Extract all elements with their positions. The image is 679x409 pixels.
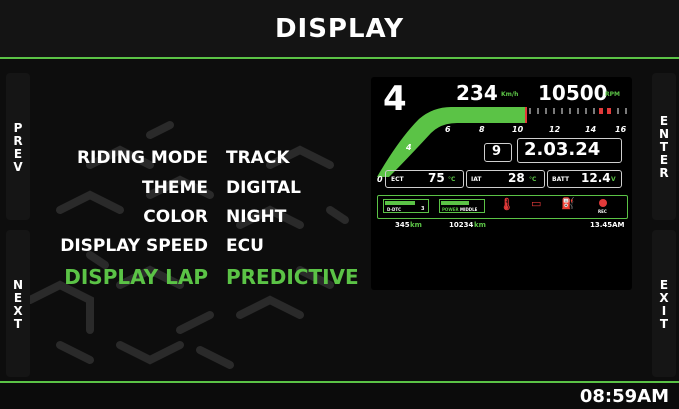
menu-value-riding-mode: TRACK	[226, 148, 290, 168]
rpm-tick-10: 10	[512, 125, 524, 134]
rpm-tick-16: 16	[615, 125, 627, 134]
enter-button[interactable]: ENTER	[652, 73, 676, 220]
next-label: NEXT	[11, 277, 25, 330]
menu-label: THEME	[142, 178, 208, 198]
trip-unit: km	[410, 221, 422, 229]
power-value: MIDDLE	[460, 207, 478, 212]
clock: 08:59AM	[579, 386, 669, 407]
menu-label: DISPLAY LAP	[64, 265, 208, 289]
speed-unit: Km/h	[501, 91, 519, 98]
batt-value: 12.4	[581, 171, 611, 185]
menu-value-display-lap: PREDICTIVE	[226, 265, 359, 289]
menu-value: DIGITAL	[226, 178, 301, 198]
rpm-tick-0: 0	[377, 175, 383, 184]
enter-label: ENTER	[657, 114, 671, 179]
menu-value: ECU	[226, 236, 264, 256]
iat-unit: °C	[529, 176, 537, 183]
next-button[interactable]: NEXT	[6, 230, 30, 377]
ect-unit: °C	[448, 176, 456, 183]
preview-time: 13.45AM	[590, 221, 625, 229]
rec-dot-icon	[599, 199, 607, 207]
menu-value: TRACK	[226, 148, 290, 168]
header-bar: DISPLAY	[0, 0, 679, 57]
speed-value: 234	[456, 81, 498, 105]
menu-value: PREDICTIVE	[226, 265, 359, 289]
rpm-tick-6: 6	[445, 125, 451, 134]
rec-label: REC	[598, 209, 607, 214]
batt-unit: V	[611, 176, 616, 183]
oil-warning-icon: ⛽	[561, 197, 575, 210]
lap-time: 2.03.24	[524, 139, 601, 160]
menu-label: COLOR	[143, 207, 208, 227]
menu-value-display-speed: ECU	[226, 236, 264, 256]
ect-label: ECT	[391, 176, 404, 183]
rpm-tick-12: 12	[549, 125, 561, 134]
rpm-tick-4: 4	[406, 143, 412, 152]
header-divider	[0, 57, 679, 59]
gear-indicator: 4	[383, 79, 407, 119]
rpm-unit: RPM	[605, 91, 620, 98]
lap-number: 9	[492, 144, 502, 159]
prev-label: PREV	[11, 120, 25, 173]
rpm-tick-8: 8	[479, 125, 485, 134]
rpm-value: 10500	[538, 81, 608, 105]
power-label: POWER	[442, 207, 459, 212]
rpm-tick-14: 14	[585, 125, 597, 134]
exit-label: EXIT	[657, 277, 671, 330]
dashboard-preview: 4 234 Km/h 10500 RPM 0 4 6 8 10 12 14 16…	[371, 77, 632, 290]
menu-value: NIGHT	[226, 207, 287, 227]
menu-value-color: NIGHT	[226, 207, 286, 227]
dtc-value: 3	[421, 206, 425, 212]
dtc-label: D-DTC	[387, 207, 402, 212]
page-title: DISPLAY	[274, 13, 405, 44]
battery-warning-icon: ▭	[531, 197, 542, 210]
menu-label: RIDING MODE	[76, 148, 208, 168]
exit-button[interactable]: EXIT	[652, 230, 676, 377]
menu-label: DISPLAY SPEED	[60, 236, 208, 256]
odo-value: 10234	[449, 221, 474, 229]
trip-value: 345	[395, 221, 410, 229]
footer-bar: 08:59AM	[0, 383, 679, 409]
prev-button[interactable]: PREV	[6, 73, 30, 220]
iat-label: IAT	[471, 176, 482, 183]
batt-label: BATT	[552, 176, 570, 183]
menu-value-theme: DIGITAL	[226, 178, 301, 198]
ect-value: 75	[428, 171, 445, 185]
odo-unit: km	[474, 221, 486, 229]
iat-value: 28	[508, 171, 525, 185]
temperature-warning-icon: 🌡	[499, 197, 515, 211]
